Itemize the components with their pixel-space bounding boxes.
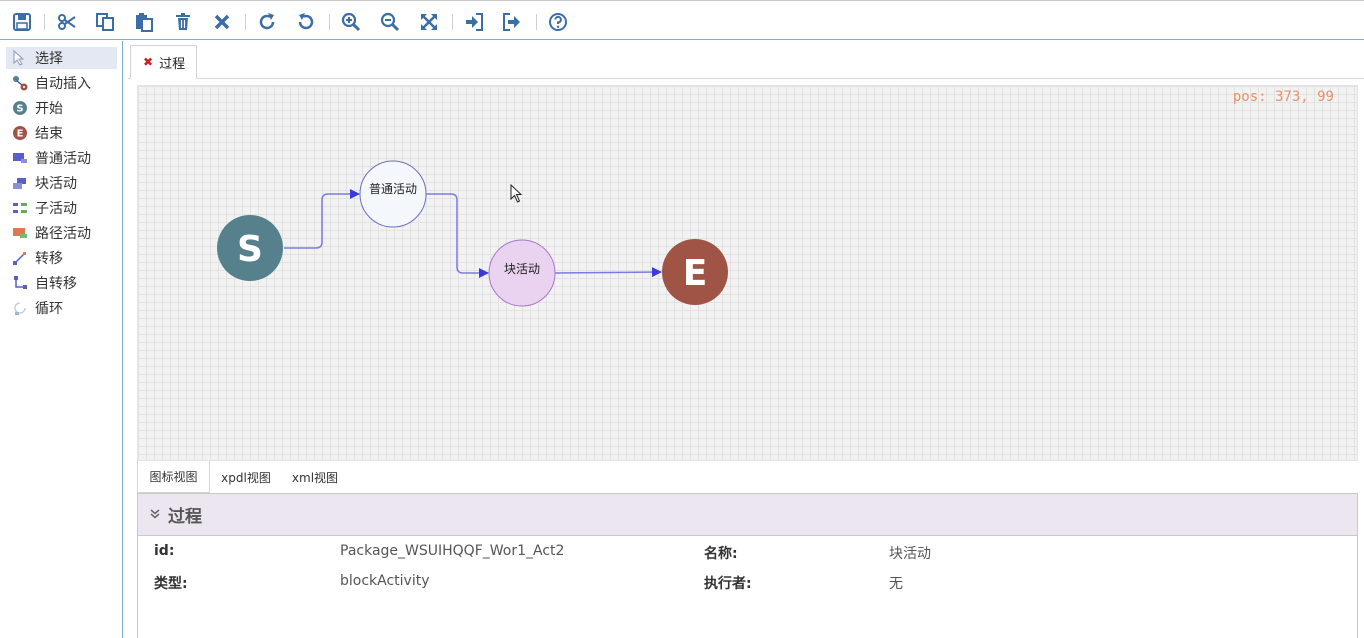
palette-item-block-activity[interactable]: 块活动 xyxy=(6,172,117,194)
normal-activity-label: 普通活动 xyxy=(369,182,417,196)
end-node[interactable]: E xyxy=(662,239,728,305)
name-label: 名称: xyxy=(704,546,738,562)
mouse-cursor-icon xyxy=(510,184,523,203)
zoom-in-icon[interactable] xyxy=(339,10,363,34)
type-label: 类型: xyxy=(154,576,188,592)
workflow-canvas[interactable]: pos: 373, 99 S 普通活动 块活动 E xyxy=(137,85,1358,461)
copy-icon[interactable] xyxy=(93,10,117,34)
sub-activity-icon xyxy=(12,200,28,216)
normal-activity-node[interactable]: 普通活动 xyxy=(359,160,427,228)
collapse-chevron-icon[interactable] xyxy=(150,507,160,523)
edge-block-to-end[interactable] xyxy=(554,267,662,278)
tab-label: 过程 xyxy=(159,56,186,72)
normal-activity-icon xyxy=(12,150,28,166)
palette-item-normal-activity[interactable]: 普通活动 xyxy=(6,147,117,169)
palette-label: 块活动 xyxy=(35,176,77,192)
palette-label: 选择 xyxy=(35,51,63,67)
type-value: blockActivity xyxy=(340,573,430,589)
end-node-label: E xyxy=(683,253,708,294)
palette-item-self-transition[interactable]: 自转移 xyxy=(6,272,117,294)
close-tab-icon[interactable]: ✖ xyxy=(143,55,153,69)
start-node[interactable]: S xyxy=(217,215,283,281)
palette-label: 普通活动 xyxy=(35,151,91,167)
view-tabs: 图标视图 xpdl视图 xml视图 xyxy=(137,461,1358,493)
block-activity-node[interactable]: 块活动 xyxy=(488,239,556,307)
start-node-icon: S xyxy=(12,100,28,116)
tab-process[interactable]: ✖ 过程 xyxy=(130,45,197,79)
undo-icon[interactable] xyxy=(294,10,318,34)
performer-label: 执行者: xyxy=(704,576,752,592)
edge-normal-to-block[interactable] xyxy=(426,193,489,278)
self-transition-icon xyxy=(12,275,28,291)
properties-title: 过程 xyxy=(168,507,202,527)
workflow-diagram: S 普通活动 块活动 E xyxy=(217,160,728,307)
id-label: id: xyxy=(154,543,175,559)
properties-header[interactable]: 过程 xyxy=(138,494,1357,536)
delete-icon[interactable] xyxy=(171,10,195,34)
transition-icon xyxy=(12,250,28,266)
palette-item-auto-insert[interactable]: 自动插入 xyxy=(6,72,117,94)
loop-icon xyxy=(12,300,28,316)
properties-panel: 过程 id: Package_WSUIHQQF_Wor1_Act2 名称: 块活… xyxy=(137,493,1358,638)
palette-label: 转移 xyxy=(35,251,63,267)
name-value: 块活动 xyxy=(889,546,931,562)
auto-insert-icon xyxy=(12,75,28,91)
palette-item-select[interactable]: 选择 xyxy=(6,47,117,69)
palette-item-end[interactable]: E 结束 xyxy=(6,122,117,144)
document-tabbar: ✖ 过程 xyxy=(128,41,1364,79)
pointer-icon xyxy=(12,50,28,66)
svg-text:S: S xyxy=(16,104,23,115)
block-activity-label: 块活动 xyxy=(504,262,540,276)
tab-icon-view[interactable]: 图标视图 xyxy=(137,461,210,493)
close-icon[interactable] xyxy=(210,10,234,34)
palette-panel: 选择 自动插入 S 开始 E 结束 普通活动 块活动 子活动 路径活动 转移 自… xyxy=(0,41,123,638)
export-icon[interactable] xyxy=(500,10,524,34)
palette-label: 自转移 xyxy=(35,276,77,292)
performer-value: 无 xyxy=(889,576,903,592)
edge-start-to-normal[interactable] xyxy=(284,189,360,249)
toolbar xyxy=(0,0,1364,40)
save-icon[interactable] xyxy=(10,10,34,34)
palette-item-loop[interactable]: 循环 xyxy=(6,297,117,319)
cut-icon[interactable] xyxy=(55,10,79,34)
palette-item-route-activity[interactable]: 路径活动 xyxy=(6,222,117,244)
palette-label: 结束 xyxy=(35,126,63,142)
id-value: Package_WSUIHQQF_Wor1_Act2 xyxy=(340,543,565,559)
tab-xml-view[interactable]: xml视图 xyxy=(285,461,345,493)
palette-label: 路径活动 xyxy=(35,226,91,242)
palette-item-start[interactable]: S 开始 xyxy=(6,97,117,119)
end-node-icon: E xyxy=(12,125,28,141)
svg-text:E: E xyxy=(17,129,24,140)
import-icon[interactable] xyxy=(462,10,486,34)
palette-item-transition[interactable]: 转移 xyxy=(6,247,117,269)
fit-screen-icon[interactable] xyxy=(417,10,441,34)
palette-label: 自动插入 xyxy=(35,76,91,92)
palette-label: 循环 xyxy=(35,301,63,317)
palette-label: 子活动 xyxy=(35,201,77,217)
help-icon[interactable] xyxy=(546,10,570,34)
route-activity-icon xyxy=(12,225,28,241)
tab-xpdl-view[interactable]: xpdl视图 xyxy=(214,461,278,493)
start-node-label: S xyxy=(237,229,263,270)
palette-label: 开始 xyxy=(35,101,63,117)
redo-icon[interactable] xyxy=(255,10,279,34)
zoom-out-icon[interactable] xyxy=(378,10,402,34)
palette-item-sub-activity[interactable]: 子活动 xyxy=(6,197,117,219)
paste-icon[interactable] xyxy=(132,10,156,34)
block-activity-icon xyxy=(12,175,28,191)
